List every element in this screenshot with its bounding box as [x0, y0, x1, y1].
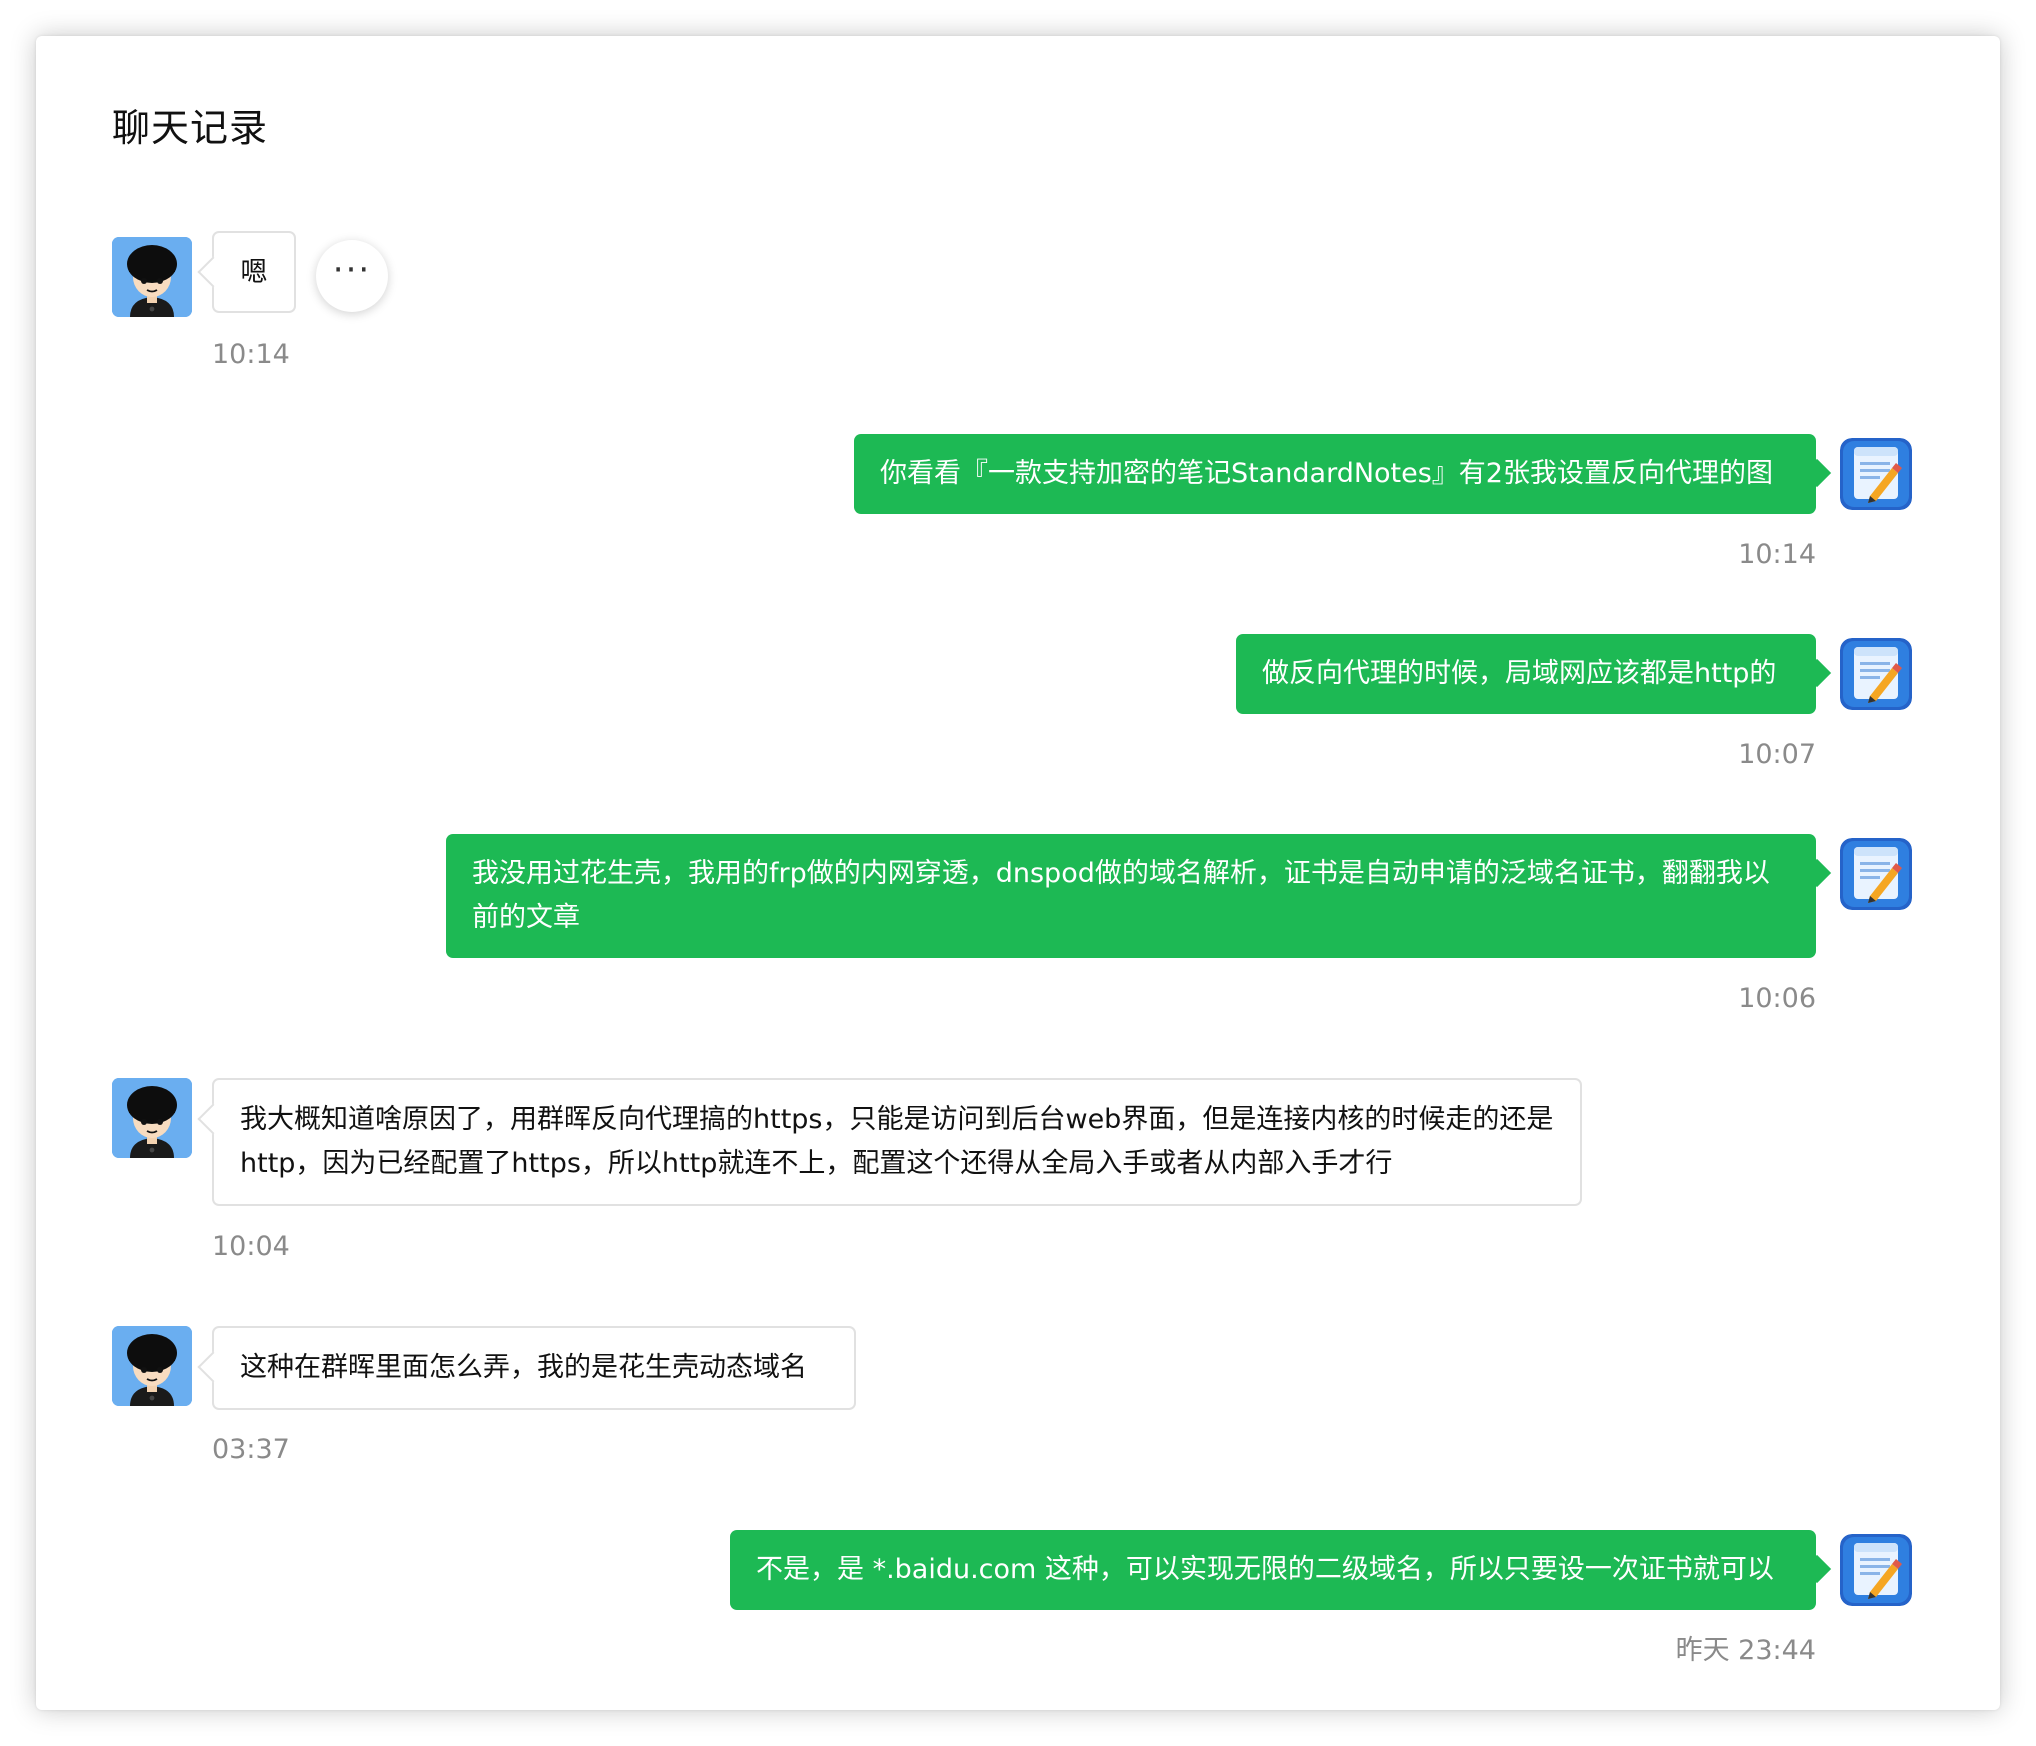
message-timestamp: 10:04 — [212, 1231, 290, 1262]
message-text: 不是，是 *.baidu.com 这种，可以实现无限的二级域名，所以只要设一次证… — [756, 1554, 1774, 1585]
message-timestamp: 10:06 — [1738, 983, 1816, 1014]
notes-app-icon — [1840, 838, 1912, 910]
message-text: 你看看『一款支持加密的笔记StandardNotes』有2张我设置反向代理的图 — [880, 458, 1773, 489]
message-timestamp: 03:37 — [212, 1434, 290, 1465]
page-title: 聊天记录 — [112, 106, 269, 150]
notes-app-icon — [1840, 438, 1912, 510]
message-timestamp: 昨天 23:44 — [1675, 1635, 1816, 1666]
my-avatar[interactable] — [1840, 1534, 1912, 1606]
message-bubble-sent[interactable]: 不是，是 *.baidu.com 这种，可以实现无限的二级域名，所以只要设一次证… — [730, 1530, 1816, 1610]
contact-avatar[interactable] — [112, 1078, 192, 1158]
message-text: 做反向代理的时候，局域网应该都是http的 — [1262, 658, 1777, 689]
notes-app-icon — [1840, 1534, 1912, 1606]
cartoon-boy-icon — [112, 237, 192, 317]
my-avatar[interactable] — [1840, 838, 1912, 910]
more-icon: ··· — [332, 250, 372, 290]
cartoon-boy-icon — [112, 1078, 192, 1158]
message-bubble-received[interactable]: 这种在群晖里面怎么弄，我的是花生壳动态域名 — [212, 1326, 856, 1410]
contact-avatar[interactable] — [112, 237, 192, 317]
more-button[interactable]: ··· — [316, 240, 388, 312]
contact-avatar[interactable] — [112, 1326, 192, 1406]
message-bubble-received[interactable]: 我大概知道啥原因了，用群晖反向代理搞的https，只能是访问到后台web界面，但… — [212, 1078, 1582, 1206]
message-text: 嗯 — [240, 257, 268, 288]
message-bubble-sent[interactable]: 你看看『一款支持加密的笔记StandardNotes』有2张我设置反向代理的图 — [854, 434, 1816, 514]
message-bubble-received[interactable]: 嗯 — [212, 231, 296, 313]
message-text: 我没用过花生壳，我用的frp做的内网穿透，dnspod做的域名解析，证书是自动申… — [472, 858, 1770, 933]
notes-app-icon — [1840, 638, 1912, 710]
my-avatar[interactable] — [1840, 638, 1912, 710]
message-timestamp: 10:14 — [212, 339, 290, 370]
cartoon-boy-icon — [112, 1326, 192, 1406]
message-text: 这种在群晖里面怎么弄，我的是花生壳动态域名 — [240, 1352, 807, 1383]
my-avatar[interactable] — [1840, 438, 1912, 510]
message-text: 我大概知道啥原因了，用群晖反向代理搞的https，只能是访问到后台web界面，但… — [240, 1104, 1554, 1179]
message-bubble-sent[interactable]: 我没用过花生壳，我用的frp做的内网穿透，dnspod做的域名解析，证书是自动申… — [446, 834, 1816, 958]
message-timestamp: 10:07 — [1738, 739, 1816, 770]
message-timestamp: 10:14 — [1738, 539, 1816, 570]
message-bubble-sent[interactable]: 做反向代理的时候，局域网应该都是http的 — [1236, 634, 1816, 714]
